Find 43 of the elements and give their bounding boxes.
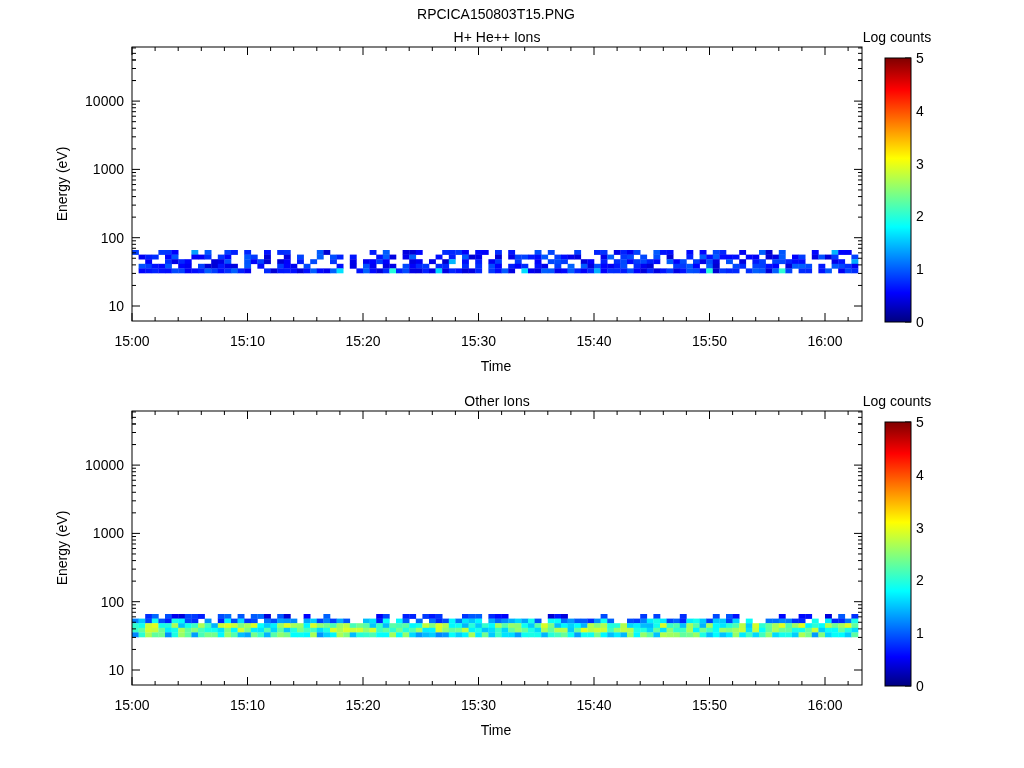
- x-tick-label: 15:00: [114, 333, 150, 349]
- x-tick-label: 15:40: [576, 697, 612, 713]
- panel-title: H+ He++ Ions: [453, 29, 541, 45]
- colorbar-tick-label: 5: [916, 50, 924, 66]
- x-tick-label: 16:00: [807, 333, 843, 349]
- x-tick-label: 15:20: [345, 697, 381, 713]
- y-tick-label: 1000: [92, 525, 124, 542]
- figure-title: RPCICA150803T15.PNG: [417, 6, 575, 22]
- colorbar-label: Log counts: [862, 393, 932, 409]
- x-tick-label: 15:40: [576, 333, 612, 349]
- x-axis-label: Time: [480, 722, 512, 738]
- x-tick-label: 15:20: [345, 333, 381, 349]
- x-tick-label: 15:10: [230, 333, 265, 349]
- y-tick-label: 10: [108, 298, 124, 314]
- x-tick-label: 15:10: [230, 697, 265, 713]
- panel-title: Other Ions: [464, 393, 530, 409]
- colorbar-tick-label: 0: [916, 678, 924, 694]
- colorbar-tick-label: 2: [916, 208, 924, 225]
- y-axis-label: Energy (eV): [54, 510, 70, 586]
- x-tick-label: 15:50: [692, 333, 727, 349]
- x-tick-label: 15:50: [692, 697, 727, 713]
- colorbar-tick-label: 4: [916, 102, 924, 119]
- x-tick-label: 16:00: [807, 697, 843, 713]
- y-axis-label: Energy (eV): [54, 146, 70, 222]
- colorbar-tick-label: 0: [916, 314, 924, 330]
- y-tick-label: 10000: [85, 457, 124, 474]
- colorbar-tick-label: 2: [916, 572, 924, 589]
- colorbar-tick-label: 3: [916, 155, 924, 172]
- x-tick-label: 15:30: [461, 333, 496, 349]
- y-tick-label: 10: [108, 662, 124, 678]
- y-tick-label: 100: [100, 593, 124, 610]
- y-tick-label: 1000: [92, 161, 124, 178]
- colorbar-label: Log counts: [862, 29, 932, 45]
- x-tick-label: 15:30: [461, 697, 496, 713]
- x-tick-label: 15:00: [114, 697, 150, 713]
- y-tick-label: 10000: [85, 93, 124, 110]
- colorbar-tick-label: 3: [916, 519, 924, 536]
- colorbar-tick-label: 5: [916, 414, 924, 430]
- colorbar-tick-label: 1: [916, 625, 924, 642]
- y-tick-label: 100: [100, 229, 124, 246]
- x-axis-label: Time: [480, 358, 512, 374]
- colorbar-tick-label: 1: [916, 261, 924, 278]
- colorbar-tick-label: 4: [916, 466, 924, 483]
